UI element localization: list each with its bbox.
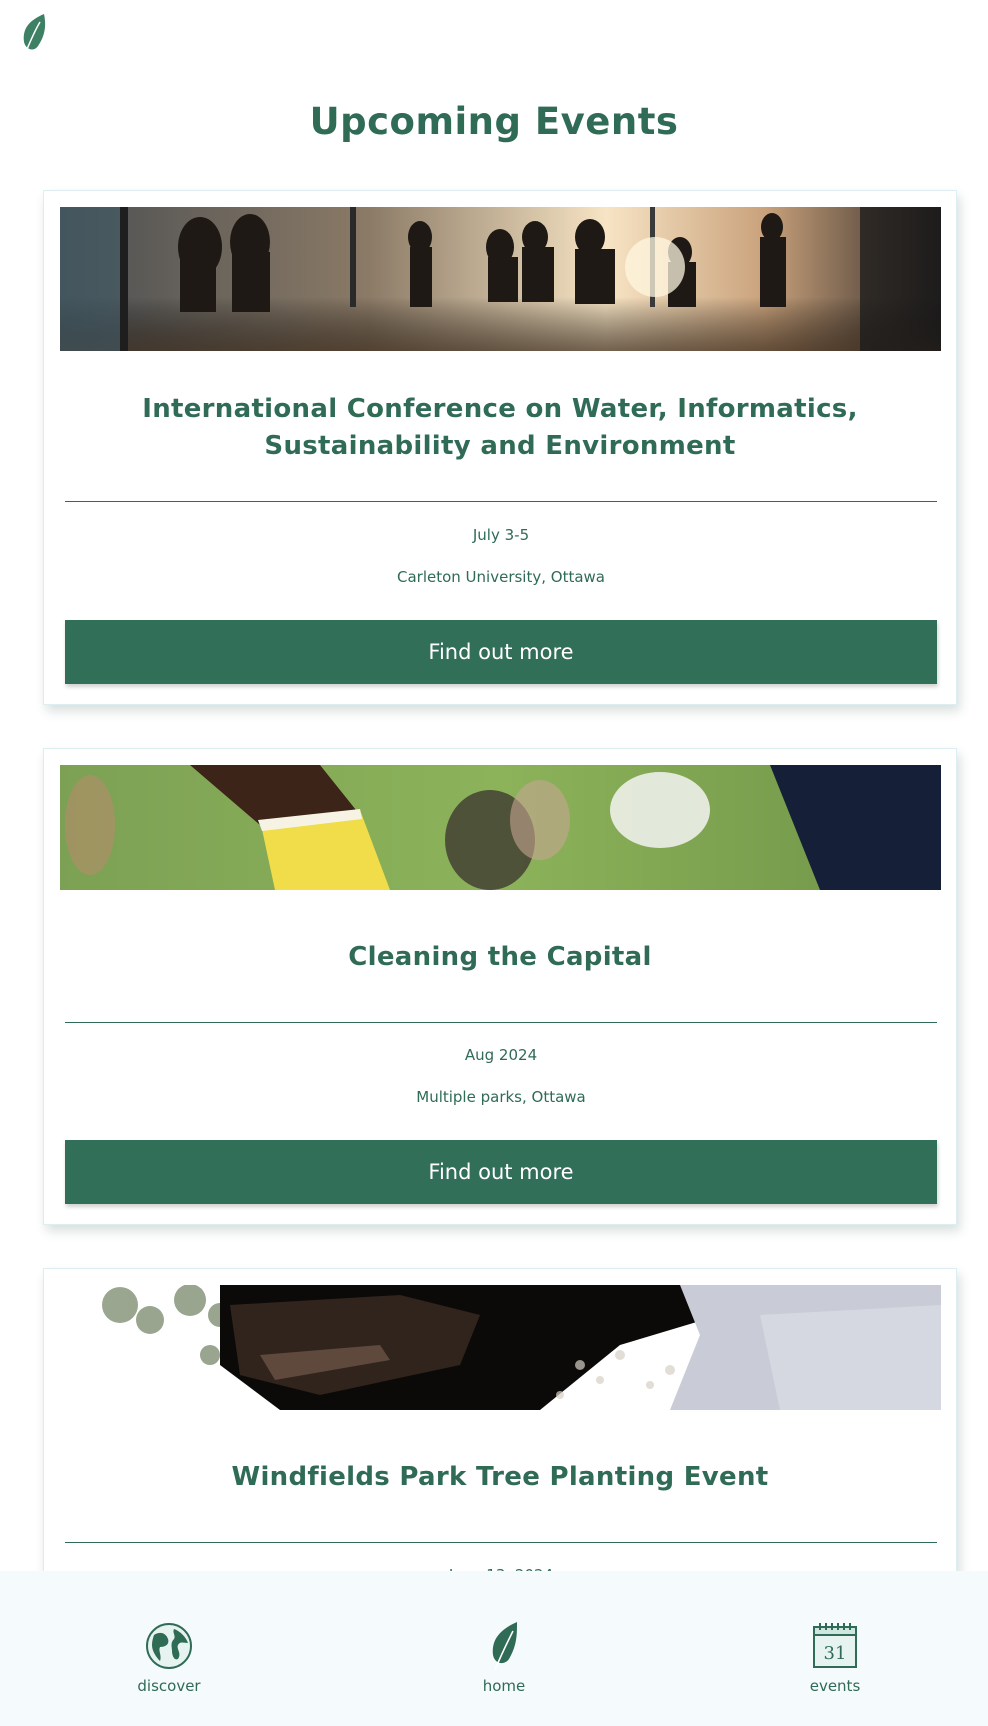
- event-title: International Conference on Water, Infor…: [142, 394, 858, 461]
- nav-label-discover: discover: [137, 1677, 201, 1695]
- leaf-icon: [492, 1622, 517, 1671]
- event-image-cleaning: [60, 765, 941, 890]
- globe-icon: [146, 1623, 192, 1669]
- event-location: Carleton University, Ottawa: [397, 568, 605, 586]
- event-title: Cleaning the Capital: [348, 942, 652, 972]
- find-out-more-button[interactable]: Find out more: [65, 1140, 937, 1204]
- event-location: Multiple parks, Ottawa: [416, 1088, 586, 1106]
- event-date: Aug 2024: [464, 1046, 538, 1064]
- event-image-tree-planting: [60, 1285, 941, 1410]
- event-image-conference: [60, 207, 941, 351]
- leaf-icon[interactable]: [20, 12, 48, 54]
- event-date: July 3-5: [472, 526, 530, 544]
- event-card: Cleaning the Capital Aug 2024 Multiple p…: [43, 748, 957, 1225]
- find-out-more-button[interactable]: Find out more: [65, 620, 937, 684]
- event-card: International Conference on Water, Infor…: [43, 190, 957, 705]
- calendar-icon: 31: [813, 1623, 857, 1668]
- nav-item-discover[interactable]: discover: [109, 1621, 229, 1695]
- card-divider: [65, 1022, 937, 1023]
- page-title: Upcoming Events: [309, 100, 679, 143]
- card-divider: [65, 1542, 937, 1543]
- bottom-nav: discover home 31 events: [0, 1571, 988, 1726]
- nav-item-home[interactable]: home: [444, 1621, 564, 1695]
- event-title: Windfields Park Tree Planting Event: [231, 1462, 769, 1492]
- nav-label-events: events: [809, 1677, 861, 1695]
- card-divider: [65, 501, 937, 502]
- svg-text:31: 31: [824, 1643, 847, 1664]
- nav-item-events[interactable]: 31 events: [775, 1621, 895, 1695]
- nav-label-home: home: [482, 1677, 526, 1695]
